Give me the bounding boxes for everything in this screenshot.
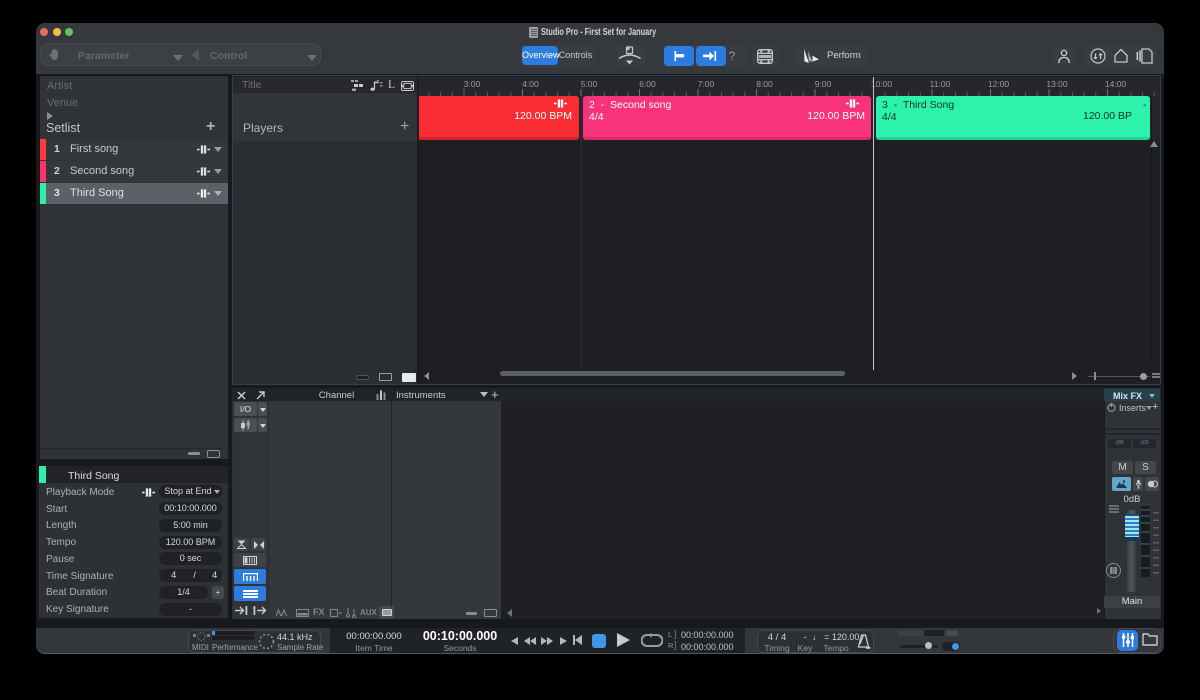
svg-text:4:00: 4:00 [522,79,539,89]
svg-text:9:00: 9:00 [815,79,832,89]
svg-text:14:00: 14:00 [1105,79,1127,89]
svg-text:12:00: 12:00 [988,79,1010,89]
svg-text:13:00: 13:00 [1046,79,1068,89]
svg-text:5:00: 5:00 [581,79,598,89]
svg-text:7:00: 7:00 [698,79,715,89]
svg-text:8:00: 8:00 [756,79,773,89]
svg-text:6:00: 6:00 [639,79,656,89]
svg-text:11:00: 11:00 [930,79,951,89]
svg-text:3:00: 3:00 [464,79,481,89]
svg-text:10:00: 10:00 [871,79,893,89]
